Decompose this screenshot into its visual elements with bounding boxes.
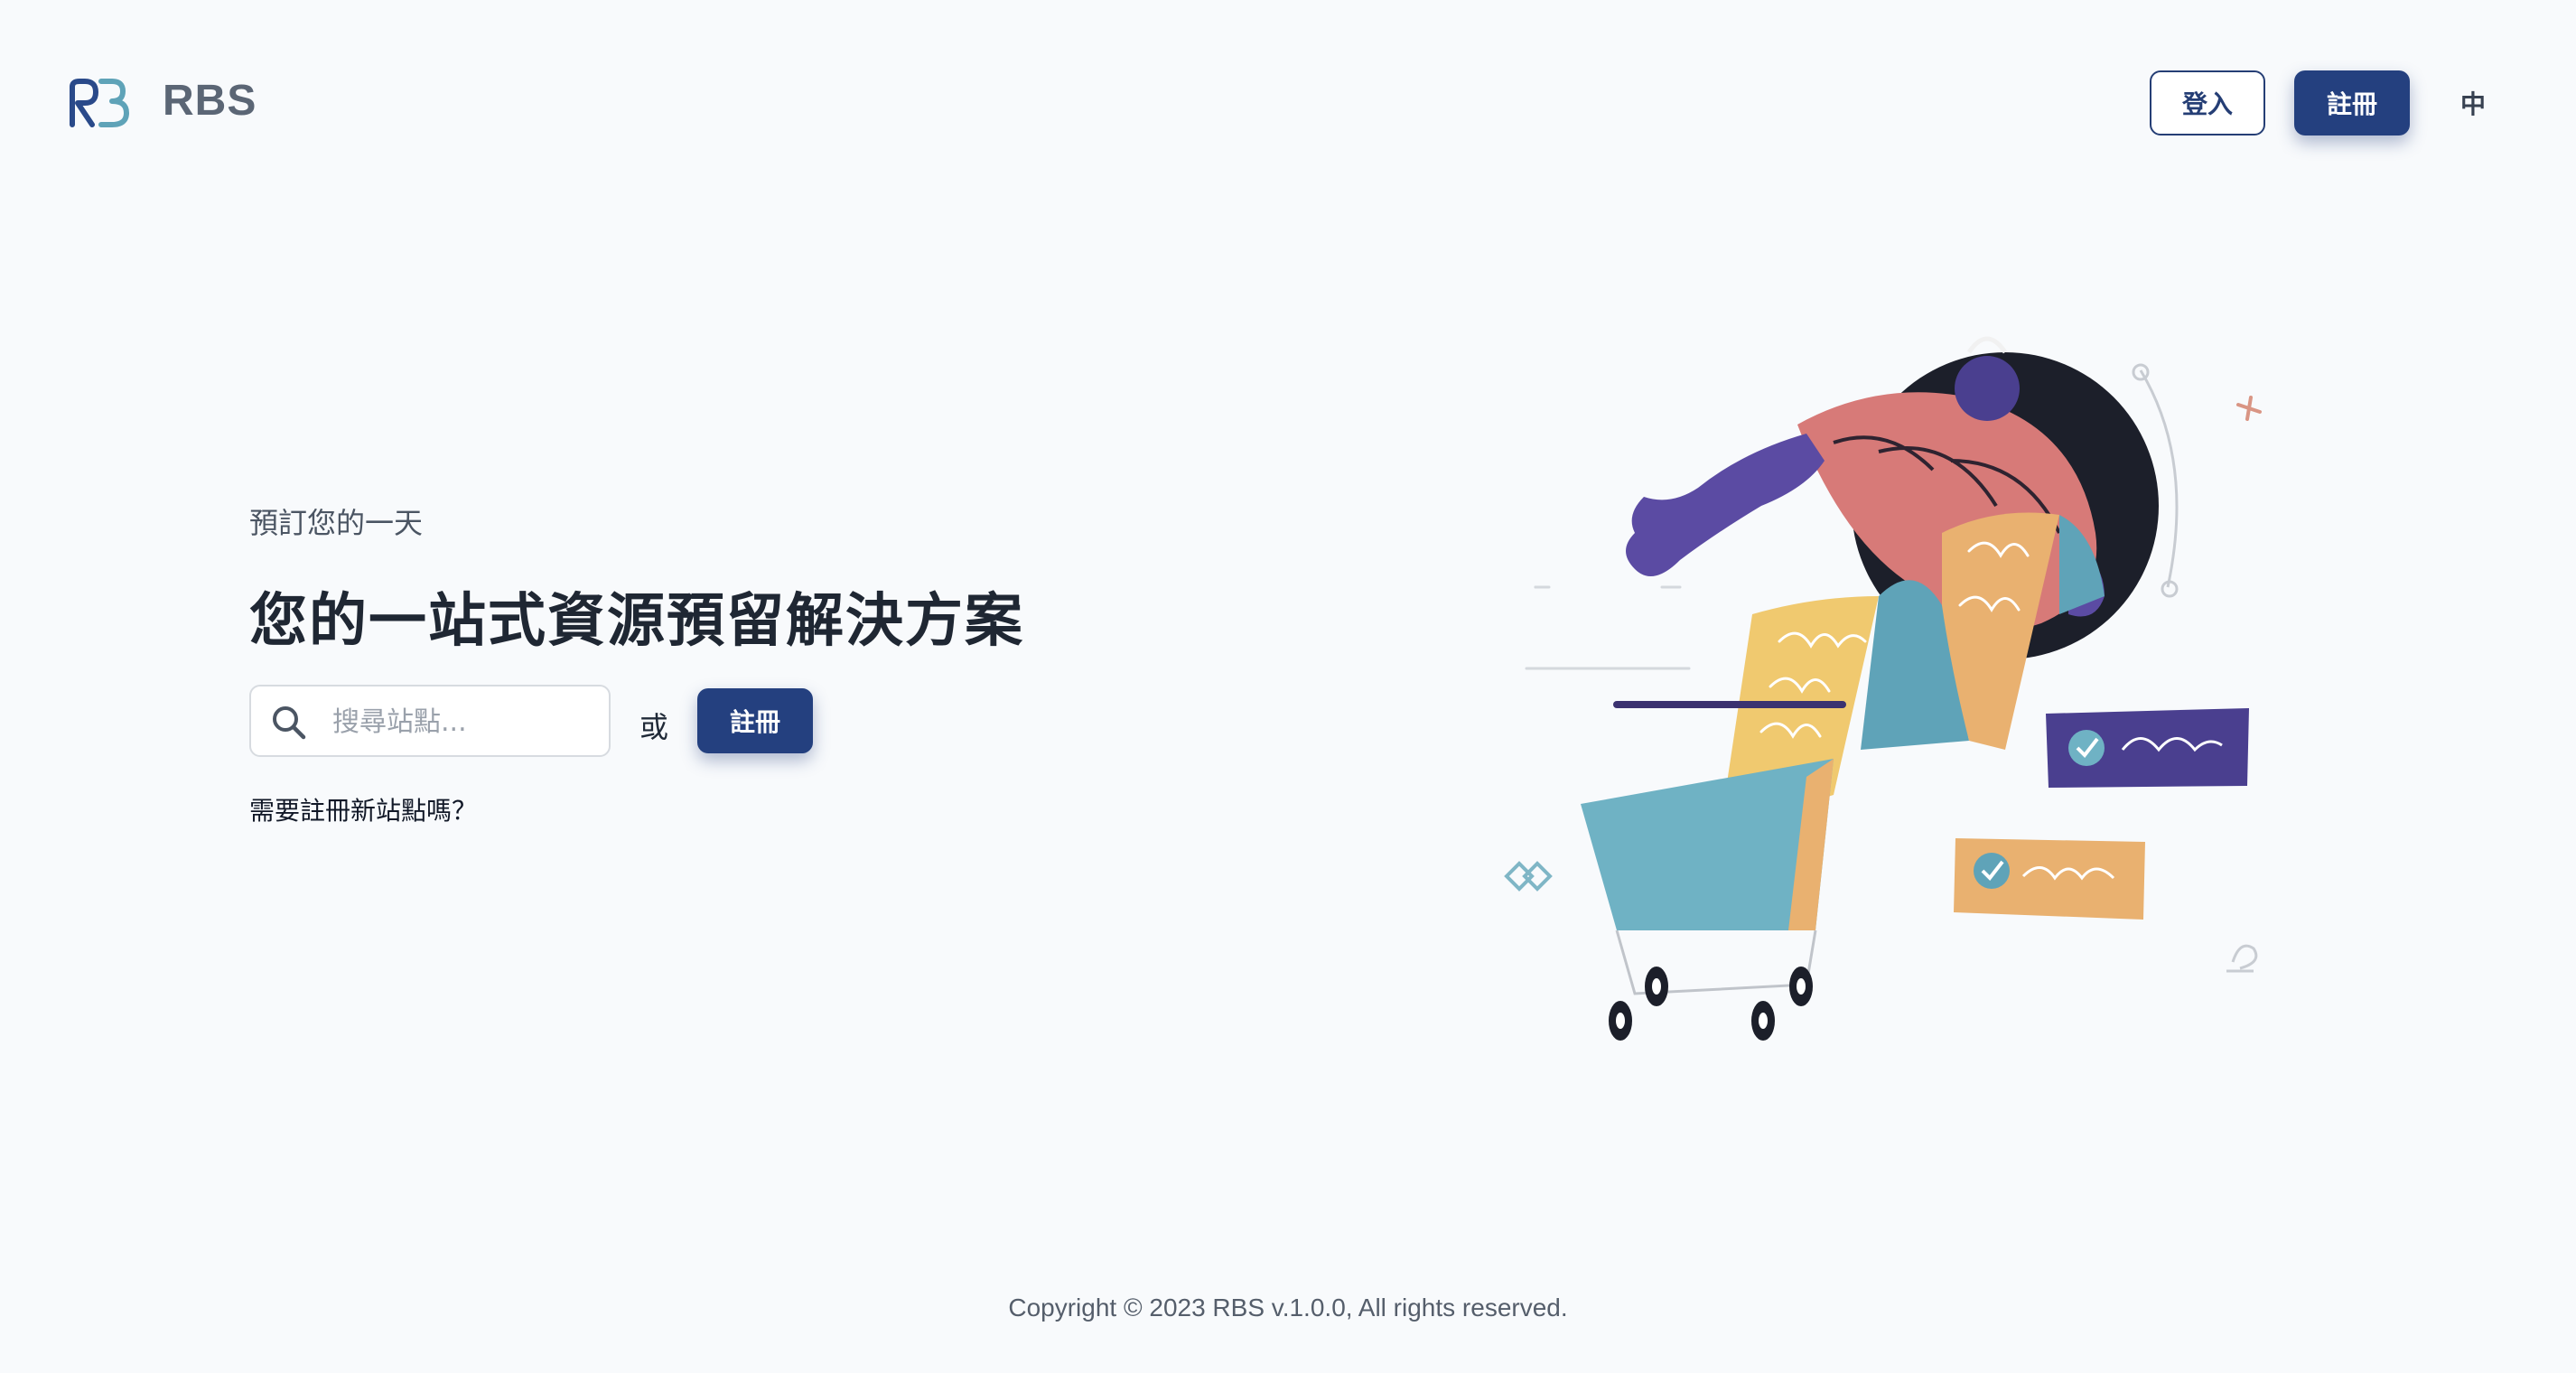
login-button[interactable]: 登入 xyxy=(2150,70,2265,135)
footer-copyright: Copyright © 2023 RBS v.1.0.0, All rights… xyxy=(1008,1294,1568,1322)
brand-name: RBS xyxy=(163,77,257,125)
sparkle-icon xyxy=(2236,396,2262,421)
search-box[interactable] xyxy=(249,685,611,757)
search-input[interactable] xyxy=(331,697,596,746)
or-text: 或 xyxy=(639,710,669,744)
hero-register-button[interactable]: 註冊 xyxy=(697,688,813,753)
hero-eyebrow: 預訂您的一天 xyxy=(249,506,424,540)
language-switch[interactable]: 中 xyxy=(2460,85,2486,121)
register-button[interactable]: 註冊 xyxy=(2294,70,2410,135)
speed-lines xyxy=(1525,585,1691,670)
rb-logo-icon xyxy=(70,79,129,127)
person-head xyxy=(1955,356,2020,421)
hero-headline: 您的一站式資源預留解決方案 xyxy=(249,588,1024,655)
person-left-arm xyxy=(1626,434,1825,576)
logo[interactable] xyxy=(65,78,130,128)
shopping-cart-illustration xyxy=(1504,336,2262,1041)
cart-wheels xyxy=(1609,967,1813,1041)
need-register-link[interactable]: 需要註冊新站點嗎？ xyxy=(249,791,477,827)
search-icon xyxy=(273,706,306,740)
link-decoration-icon xyxy=(1504,861,1553,892)
